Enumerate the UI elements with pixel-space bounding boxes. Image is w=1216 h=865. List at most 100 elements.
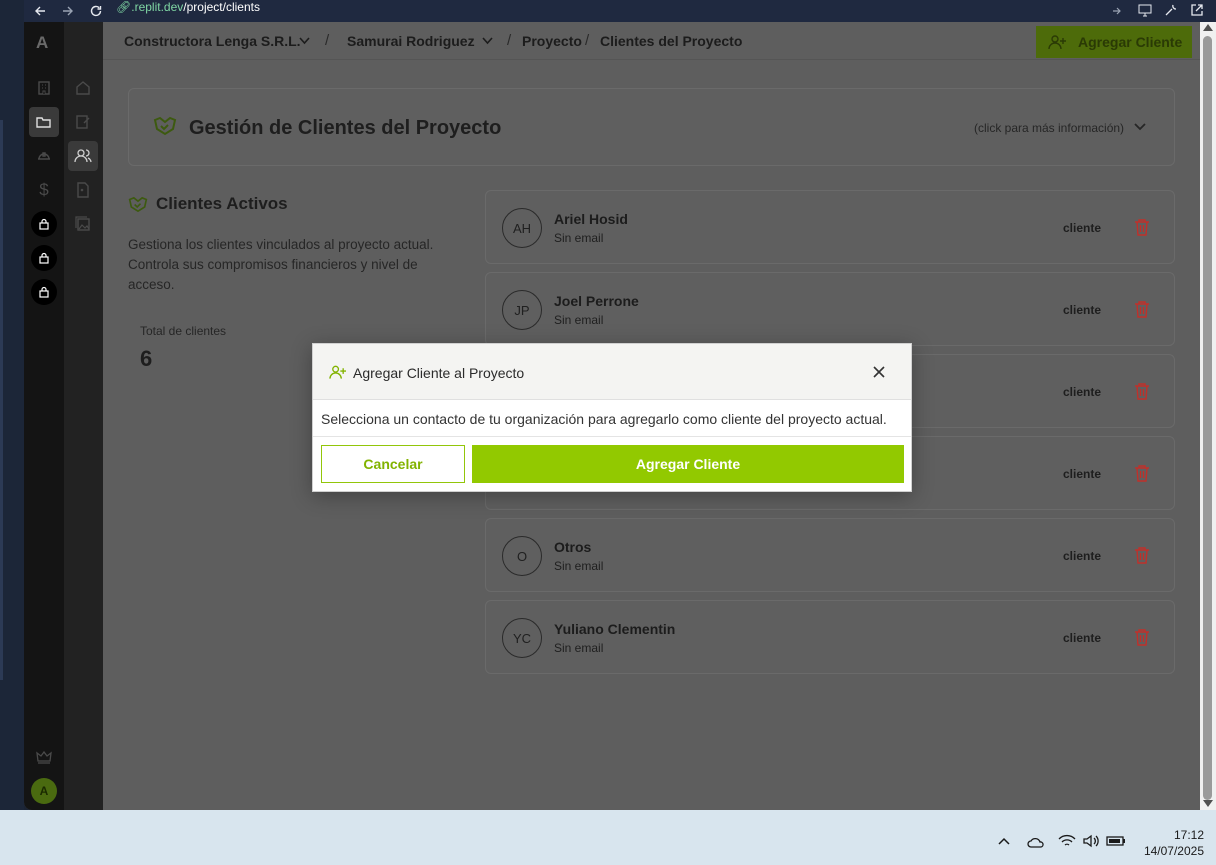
taskbar: 17:12 14/07/2025 xyxy=(0,810,1216,865)
breadcrumb-user[interactable]: Samurai Rodriguez xyxy=(347,33,475,49)
user-plus-icon xyxy=(329,365,346,379)
active-clients-description: Gestiona los clientes vinculados al proy… xyxy=(128,237,434,292)
folder-open-icon[interactable] xyxy=(29,107,59,137)
dollar-icon[interactable]: $ xyxy=(29,175,59,205)
trash-icon[interactable] xyxy=(1134,382,1150,400)
add-client-dialog: Agregar Cliente al Proyecto Selecciona u… xyxy=(312,343,912,492)
file-image-icon[interactable] xyxy=(68,175,98,205)
client-role: cliente xyxy=(1063,221,1102,235)
clock-date[interactable]: 14/07/2025 xyxy=(1138,844,1204,858)
client-email: Sin email xyxy=(554,231,604,245)
trash-icon[interactable] xyxy=(1134,546,1150,564)
notebook-edit-icon[interactable] xyxy=(68,107,98,137)
trash-icon[interactable] xyxy=(1134,628,1150,646)
secondary-sidebar xyxy=(64,22,103,810)
scroll-down-arrow[interactable] xyxy=(1203,800,1213,807)
client-email: Sin email xyxy=(554,559,604,573)
add-client-header-button[interactable]: Agregar Cliente xyxy=(1036,26,1192,58)
wifi-icon[interactable] xyxy=(1058,834,1076,848)
browser-toolbar: 🔗︎.replit.dev/project/clients xyxy=(24,0,1216,22)
crown-icon[interactable] xyxy=(29,742,59,772)
chevron-up-icon[interactable] xyxy=(998,837,1010,845)
client-card[interactable]: YC Yuliano Clementin Sin email cliente xyxy=(485,600,1175,674)
client-avatar: AH xyxy=(502,208,542,248)
client-name: Yuliano Clementin xyxy=(554,621,676,637)
scroll-up-arrow[interactable] xyxy=(1203,24,1213,31)
add-client-header-label: Agregar Cliente xyxy=(1078,34,1183,50)
breadcrumb-section[interactable]: Proyecto xyxy=(522,33,582,49)
gallery-icon[interactable] xyxy=(68,209,98,239)
dialog-body-text: Selecciona un contacto de tu organizació… xyxy=(321,411,887,427)
monitor-icon[interactable] xyxy=(1138,4,1152,17)
client-email: Sin email xyxy=(554,313,604,327)
scrollbar-thumb[interactable] xyxy=(1203,36,1212,800)
back-arrow-icon[interactable] xyxy=(34,5,46,17)
chevron-down-icon[interactable] xyxy=(299,37,310,45)
breadcrumb-separator: / xyxy=(507,32,512,49)
forward-arrow-icon[interactable] xyxy=(62,5,74,17)
users-icon[interactable] xyxy=(68,141,98,171)
client-card[interactable]: JP Joel Perrone Sin email cliente xyxy=(485,272,1175,346)
close-icon[interactable] xyxy=(871,364,887,380)
info-card[interactable]: Gestión de Clientes del Proyecto (click … xyxy=(128,88,1175,166)
client-card[interactable]: AH Ariel Hosid Sin email cliente xyxy=(485,190,1175,264)
url-path: /project/clients xyxy=(183,0,260,14)
battery-icon[interactable] xyxy=(1106,835,1126,847)
home-icon[interactable] xyxy=(68,73,98,103)
dialog-divider xyxy=(313,436,911,437)
go-arrow-icon[interactable] xyxy=(1112,6,1122,16)
chevron-down-icon[interactable] xyxy=(1134,123,1146,131)
breadcrumb-page: Clientes del Proyecto xyxy=(600,33,743,49)
building-icon[interactable] xyxy=(29,73,59,103)
cancel-button[interactable]: Cancelar xyxy=(321,445,465,483)
lock-icon[interactable] xyxy=(31,279,57,305)
handshake-icon xyxy=(153,116,177,136)
hard-hat-icon[interactable] xyxy=(29,141,59,171)
breadcrumb-org[interactable]: Constructora Lenga S.R.L. xyxy=(124,33,301,49)
cloud-icon[interactable] xyxy=(1027,836,1045,848)
clock-time[interactable]: 17:12 xyxy=(1150,828,1204,842)
client-role: cliente xyxy=(1063,631,1102,645)
primary-sidebar: A $ A xyxy=(24,22,64,810)
dialog-header: Agregar Cliente al Proyecto xyxy=(313,344,911,400)
wrench-icon[interactable] xyxy=(1164,3,1178,17)
client-name: Otros xyxy=(554,539,592,555)
active-clients-title: Clientes Activos xyxy=(156,194,288,213)
dialog-title: Agregar Cliente al Proyecto xyxy=(353,365,525,381)
client-role: cliente xyxy=(1063,549,1102,563)
url-host: .replit.dev xyxy=(131,0,184,14)
user-plus-icon xyxy=(1048,35,1066,50)
browser-left-edge xyxy=(0,0,24,820)
info-card-hint: (click para más información) xyxy=(974,121,1125,135)
scrollbar[interactable] xyxy=(1200,22,1216,810)
breadcrumb-separator: / xyxy=(325,32,330,49)
client-name: Ariel Hosid xyxy=(554,211,628,227)
trash-icon[interactable] xyxy=(1134,300,1150,318)
client-role: cliente xyxy=(1063,385,1102,399)
client-role: cliente xyxy=(1063,467,1102,481)
reload-icon[interactable] xyxy=(89,4,103,18)
link-icon: 🔗︎ xyxy=(116,0,132,14)
external-link-icon[interactable] xyxy=(1190,3,1204,17)
speaker-icon[interactable] xyxy=(1082,834,1100,848)
handshake-icon xyxy=(128,196,148,213)
total-clients-label: Total de clientes xyxy=(140,324,227,338)
client-name: Joel Perrone xyxy=(554,293,639,309)
lock-icon[interactable] xyxy=(31,245,57,271)
chevron-down-icon[interactable] xyxy=(482,37,493,45)
avatar[interactable]: A xyxy=(31,778,57,804)
client-avatar: YC xyxy=(502,618,542,658)
trash-icon[interactable] xyxy=(1134,218,1150,236)
breadcrumb: Constructora Lenga S.R.L. / Samurai Rodr… xyxy=(103,22,1200,60)
trash-icon[interactable] xyxy=(1134,464,1150,482)
confirm-add-client-button[interactable]: Agregar Cliente xyxy=(472,445,904,483)
total-clients-value: 6 xyxy=(140,346,153,371)
address-bar[interactable]: 🔗︎.replit.dev/project/clients xyxy=(116,0,260,22)
lock-icon[interactable] xyxy=(31,211,57,237)
client-card[interactable]: O Otros Sin email cliente xyxy=(485,518,1175,592)
breadcrumb-separator: / xyxy=(585,32,590,49)
app-logo: A xyxy=(36,33,49,52)
info-card-title: Gestión de Clientes del Proyecto xyxy=(189,117,502,139)
client-role: cliente xyxy=(1063,303,1102,317)
client-email: Sin email xyxy=(554,641,604,655)
